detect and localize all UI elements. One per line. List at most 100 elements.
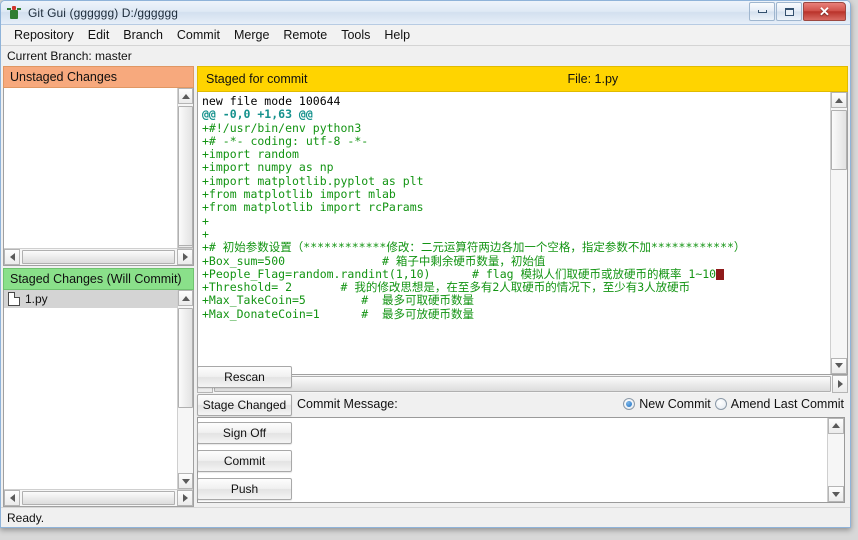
chevron-right-icon (182, 253, 188, 261)
maximize-button[interactable] (776, 2, 802, 21)
radio-amend-last-commit[interactable]: Amend Last Commit (714, 396, 844, 411)
menu-item-remote[interactable]: Remote (276, 26, 334, 44)
diff-vertical-scrollbar[interactable] (830, 92, 847, 374)
staged-scroll-right-button[interactable] (177, 490, 193, 506)
unstaged-scroll-right-button[interactable] (177, 249, 193, 265)
chevron-right-icon (182, 494, 188, 502)
stage-changed-button[interactable]: Stage Changed (197, 394, 292, 416)
close-button[interactable]: ✕ (803, 2, 846, 21)
unstaged-horizontal-scrollbar[interactable] (4, 248, 193, 265)
diff-line: @@ -0,0 +1,63 @@ (202, 107, 313, 122)
commit-scroll-down-button[interactable] (828, 486, 844, 503)
diff-line: +People_Flag=random.randint(1,10) # flag… (202, 267, 830, 281)
diff-line: + (202, 213, 209, 228)
commit-scroll-up-button[interactable] (828, 417, 844, 434)
staged-vertical-scrollbar[interactable] (177, 290, 193, 489)
commit-message-header: Commit Message: New Commit Amend Last Co… (197, 392, 848, 415)
chevron-up-icon (181, 295, 190, 301)
unstaged-scroll-thumb[interactable] (178, 106, 193, 246)
diff-line: +import numpy as np (202, 160, 334, 175)
diff-line: +Max_DonateCoin=1 # 最多可放硬币数量 (202, 306, 475, 321)
staged-scroll-track[interactable] (178, 306, 193, 473)
unstaged-scroll-left-button[interactable] (4, 249, 20, 265)
commit-message-input[interactable] (198, 417, 827, 503)
staged-hscroll-track[interactable] (20, 490, 177, 506)
diff-line: +# -*- coding: utf-8 -*- (202, 133, 369, 148)
commit-area (197, 415, 848, 507)
unstaged-list-inner[interactable] (4, 88, 193, 248)
diff-line: +# 初始参数设置（************修改：二元运算符两边各加一个空格，指… (202, 240, 746, 255)
diff-line: +from matplotlib import mlab (202, 187, 396, 202)
unstaged-hscroll-thumb[interactable] (22, 250, 175, 264)
minimize-button[interactable] (749, 2, 775, 21)
radio-new-commit-dot[interactable] (623, 397, 636, 410)
diff-status-label: Staged for commit (206, 72, 308, 86)
staged-scroll-thumb[interactable] (178, 308, 193, 408)
menu-item-merge[interactable]: Merge (227, 26, 276, 44)
unstaged-scroll-track[interactable] (178, 104, 193, 246)
diff-header-bar: Staged for commit File: 1.py (197, 66, 848, 92)
diff-column: Staged for commit File: 1.py new file mo… (197, 66, 848, 507)
diff-line: + (202, 226, 209, 241)
list-item[interactable]: 1.py (4, 290, 193, 308)
diff-viewer[interactable]: new file mode 100644 @@ -0,0 +1,63 @@ +#!/… (197, 92, 848, 375)
staged-scroll-down-button[interactable] (178, 473, 193, 489)
chevron-down-icon (181, 478, 190, 484)
diff-scroll-thumb[interactable] (831, 110, 847, 170)
maximize-icon (784, 7, 794, 16)
commit-mode-radio-group: New Commit Amend Last Commit (623, 397, 844, 411)
diff-line: +import matplotlib.pyplot as plt (202, 173, 424, 188)
menu-item-edit[interactable]: Edit (81, 26, 117, 44)
commit-button[interactable]: Commit (197, 450, 292, 472)
radio-amend-last-commit-dot[interactable] (714, 397, 727, 410)
radio-new-commit[interactable]: New Commit (623, 397, 711, 411)
commit-message-label: Commit Message: (297, 396, 398, 411)
diff-line: +#!/usr/bin/env python3 (202, 120, 362, 135)
diff-scroll-track[interactable] (831, 108, 847, 358)
push-button[interactable]: Push (197, 478, 292, 500)
menu-item-tools[interactable]: Tools (334, 26, 377, 44)
menu-item-branch[interactable]: Branch (116, 26, 170, 44)
changes-column: Unstaged Changes Staged Changes (Will Co… (3, 66, 194, 507)
menu-item-help[interactable]: Help (377, 26, 417, 44)
diff-line: +import random (202, 147, 299, 162)
staged-file-list[interactable]: 1.py (3, 290, 194, 507)
diff-line: +Box_sum=500 # 箱子中剩余硬币数量，初始值 (202, 253, 546, 268)
menu-bar: Repository Edit Branch Commit Merge Remo… (1, 25, 850, 46)
staged-scroll-up-button[interactable] (178, 290, 193, 306)
chevron-right-icon (837, 379, 843, 388)
diff-scroll-up-button[interactable] (831, 92, 847, 108)
diff-text-content[interactable]: new file mode 100644 @@ -0,0 +1,63 @@ +#!/… (198, 92, 830, 374)
unstaged-file-list[interactable] (3, 88, 194, 266)
staged-scroll-left-button[interactable] (4, 490, 20, 506)
menu-item-repository[interactable]: Repository (7, 26, 81, 44)
diff-scroll-right-button[interactable] (832, 374, 848, 393)
chevron-up-icon (832, 423, 840, 429)
git-logo-icon (6, 5, 22, 21)
diff-scroll-down-button[interactable] (831, 357, 847, 374)
diff-hscroll-thumb[interactable] (214, 375, 831, 392)
commit-message-box[interactable] (197, 416, 845, 504)
sign-off-button[interactable]: Sign Off (197, 422, 292, 444)
radio-amend-last-commit-label: Amend Last Commit (730, 396, 844, 411)
file-icon (8, 292, 20, 306)
staged-list-inner[interactable]: 1.py (4, 290, 193, 489)
radio-new-commit-label: New Commit (639, 396, 711, 411)
commit-scroll-track[interactable] (828, 433, 844, 487)
menu-item-commit[interactable]: Commit (170, 26, 227, 44)
diff-line: +from matplotlib import rcParams (202, 200, 424, 215)
diff-line: +Threshold= 2 # 我的修改思想是，在至多有2人取硬币的情况下，至少… (202, 280, 691, 295)
unstaged-hscroll-track[interactable] (20, 249, 177, 265)
main-body: Unstaged Changes Staged Changes (Will Co… (1, 66, 850, 507)
unstaged-scroll-up-button[interactable] (178, 88, 193, 104)
staged-horizontal-scrollbar[interactable] (4, 489, 193, 506)
chevron-down-icon (832, 491, 840, 497)
commit-message-scrollbar[interactable] (827, 417, 844, 503)
rescan-button[interactable]: Rescan (197, 366, 292, 388)
diff-hscroll-track[interactable] (213, 374, 832, 393)
staged-hscroll-thumb[interactable] (22, 491, 175, 505)
unstaged-vertical-scrollbar[interactable] (177, 88, 193, 248)
diff-horizontal-scrollbar[interactable] (197, 374, 848, 393)
diff-file-label: File: 1.py (567, 72, 619, 86)
chevron-up-icon (181, 93, 190, 99)
